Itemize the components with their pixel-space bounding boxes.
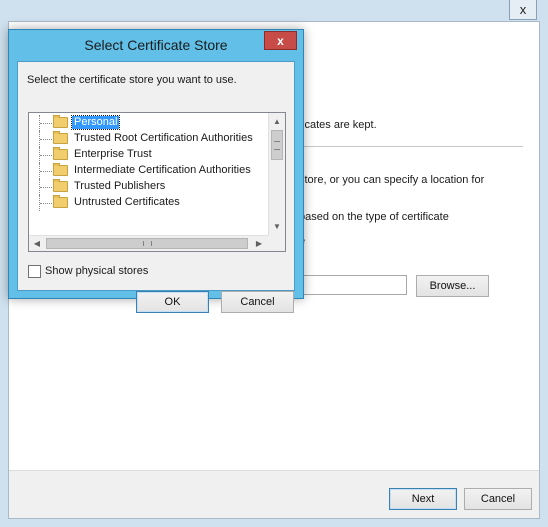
folder-icon — [53, 195, 68, 208]
dialog-instruction: Select the certificate store you want to… — [27, 74, 237, 86]
vertical-scrollbar[interactable]: ▲ ▼ — [268, 113, 285, 235]
scroll-left-icon[interactable]: ◀ — [29, 236, 45, 251]
tree-connector — [39, 131, 53, 147]
vertical-scroll-thumb[interactable] — [271, 130, 283, 160]
dialog-client-area: Select the certificate store you want to… — [17, 61, 295, 313]
tree-item-label: Intermediate Certification Authorities — [74, 164, 251, 176]
folder-icon — [53, 179, 68, 192]
tree-item-enterprise-trust[interactable]: Enterprise Trust — [29, 147, 269, 163]
scroll-right-icon[interactable]: ▶ — [251, 236, 267, 251]
folder-icon — [53, 131, 68, 144]
dialog-title: Select Certificate Store — [84, 37, 228, 53]
tree-item-label: Trusted Root Certification Authorities — [74, 132, 253, 144]
tree-item-label: Untrusted Certificates — [74, 196, 180, 208]
wizard-instruction-text: store, or you can specify a location for — [299, 174, 485, 186]
dialog-close-button[interactable]: x — [264, 31, 297, 50]
tree-item-trusted-root[interactable]: Trusted Root Certification Authorities — [29, 131, 269, 147]
folder-icon — [53, 147, 68, 160]
scroll-up-icon[interactable]: ▲ — [269, 113, 285, 129]
tree-connector — [39, 163, 53, 179]
tree-connector — [39, 179, 53, 195]
tree-item-intermediate[interactable]: Intermediate Certification Authorities — [29, 163, 269, 179]
certificate-store-field[interactable] — [299, 275, 407, 295]
next-button[interactable]: Next — [389, 488, 457, 510]
tree-item-label: Enterprise Trust — [74, 148, 152, 160]
folder-icon — [53, 115, 68, 128]
show-physical-stores-label[interactable]: Show physical stores — [45, 265, 148, 277]
wizard-divider — [299, 146, 523, 147]
tree-item-label: Trusted Publishers — [74, 180, 166, 192]
tree-connector — [39, 195, 53, 211]
browse-button[interactable]: Browse... — [416, 275, 489, 297]
horizontal-scrollbar[interactable]: ◀ ▶ — [29, 235, 268, 251]
scrollbar-corner — [268, 235, 285, 251]
select-certificate-store-dialog: Select Certificate Store x Select the ce… — [8, 29, 304, 313]
tree-rows: Personal Trusted Root Certification Auth… — [29, 113, 269, 235]
tree-connector — [39, 147, 53, 163]
show-physical-stores-checkbox[interactable] — [28, 265, 41, 278]
wizard-description-text: ficates are kept. — [299, 119, 377, 131]
tree-item-untrusted[interactable]: Untrusted Certificates — [29, 195, 269, 211]
ok-button[interactable]: OK — [136, 291, 209, 313]
tree-item-trusted-publishers[interactable]: Trusted Publishers — [29, 179, 269, 195]
wizard-close-button[interactable]: x — [509, 0, 537, 20]
horizontal-scroll-thumb[interactable] — [46, 238, 248, 249]
wizard-footer: Next Cancel — [9, 470, 539, 518]
certificate-store-tree[interactable]: Personal Trusted Root Certification Auth… — [28, 112, 286, 252]
tree-item-personal[interactable]: Personal — [29, 115, 269, 131]
folder-icon — [53, 163, 68, 176]
wizard-auto-select-text: based on the type of certificate — [299, 211, 449, 223]
scroll-down-icon[interactable]: ▼ — [269, 218, 285, 234]
dialog-cancel-button[interactable]: Cancel — [221, 291, 294, 313]
close-icon: x — [277, 33, 284, 48]
tree-connector — [39, 115, 53, 131]
close-icon: x — [519, 2, 527, 17]
tree-item-label: Personal — [70, 115, 121, 130]
wizard-cancel-button[interactable]: Cancel — [464, 488, 532, 510]
